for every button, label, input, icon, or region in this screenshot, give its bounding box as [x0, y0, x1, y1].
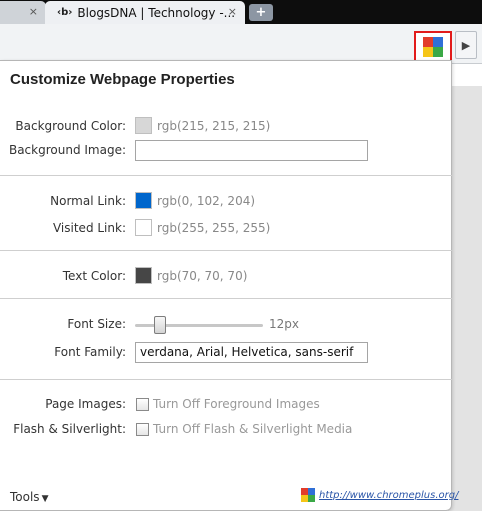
tab-blogsdna[interactable]: ‹b› BlogsDNA | Technology -... × — [45, 1, 245, 24]
chromeplus-logo-icon — [301, 488, 315, 502]
tab-strip: × ‹b› BlogsDNA | Technology -... × + — [0, 0, 482, 24]
chromeplus-link-group: http://www.chromeplus.org/ — [301, 488, 458, 502]
text-color-label: Text Color: — [62, 269, 126, 283]
font-family-label: Font Family: — [54, 345, 126, 359]
background-color-row: Background Color: rgb(215, 215, 215) — [0, 116, 452, 138]
divider — [0, 250, 452, 251]
background-color-value: rgb(215, 215, 215) — [157, 119, 271, 133]
font-size-value: 12px — [269, 317, 299, 331]
flash-option[interactable]: Turn Off Flash & Silverlight Media — [153, 422, 352, 436]
normal-link-value: rgb(0, 102, 204) — [157, 194, 256, 208]
page-images-checkbox[interactable] — [136, 398, 149, 411]
customize-popup: Customize Webpage Properties Background … — [0, 60, 458, 511]
normal-link-row: Normal Link: rgb(0, 102, 204) — [0, 191, 452, 213]
font-size-row: Font Size: 12px — [0, 314, 452, 336]
divider — [0, 379, 452, 380]
blogsdna-favicon-icon: ‹b› — [57, 7, 73, 18]
tab-title: BlogsDNA | Technology -... — [77, 5, 236, 20]
background-image-row: Background Image: — [0, 140, 452, 162]
colorful-puzzle-icon — [423, 36, 443, 57]
tab-previous[interactable]: × — [0, 1, 46, 24]
normal-link-label: Normal Link: — [50, 194, 126, 208]
divider — [0, 175, 452, 176]
background-color-swatch[interactable] — [135, 117, 152, 134]
visited-link-row: Visited Link: rgb(255, 255, 255) — [0, 218, 452, 240]
flash-checkbox[interactable] — [136, 423, 149, 436]
text-color-swatch[interactable] — [135, 267, 152, 284]
divider — [0, 298, 452, 299]
visited-link-swatch[interactable] — [135, 219, 152, 236]
font-size-label: Font Size: — [67, 317, 126, 331]
background-color-label: Background Color: — [15, 119, 126, 133]
page-background — [448, 86, 482, 511]
tools-menu[interactable]: Tools ▼ — [10, 490, 48, 504]
caret-down-icon: ▼ — [41, 494, 49, 504]
flash-label: Flash & Silverlight: — [13, 422, 126, 436]
page-images-option[interactable]: Turn Off Foreground Images — [153, 397, 320, 411]
new-tab-button[interactable]: + — [249, 4, 273, 21]
popup-title: Customize Webpage Properties — [10, 71, 235, 88]
visited-link-value: rgb(255, 255, 255) — [157, 221, 271, 235]
browser-toolbar — [0, 24, 482, 64]
normal-link-swatch[interactable] — [135, 192, 152, 209]
chevron-right-icon[interactable]: ▶ — [455, 31, 477, 59]
font-family-input[interactable]: verdana, Arial, Helvetica, sans-serif — [135, 342, 368, 363]
text-color-row: Text Color: rgb(70, 70, 70) — [0, 266, 452, 288]
background-image-label: Background Image: — [8, 143, 126, 157]
chromeplus-link[interactable]: http://www.chromeplus.org/ — [319, 490, 458, 501]
flash-row: Flash & Silverlight: Turn Off Flash & Si… — [0, 419, 452, 441]
font-family-row: Font Family: verdana, Arial, Helvetica, … — [0, 342, 452, 364]
tools-label: Tools — [10, 490, 40, 504]
page-images-row: Page Images: Turn Off Foreground Images — [0, 394, 452, 416]
font-size-slider-thumb[interactable] — [154, 316, 166, 334]
extension-button[interactable] — [414, 31, 452, 62]
background-image-input[interactable] — [135, 140, 368, 161]
text-color-value: rgb(70, 70, 70) — [157, 269, 248, 283]
tab-close-icon[interactable]: × — [228, 5, 237, 18]
visited-link-label: Visited Link: — [52, 221, 126, 235]
tab-close-icon[interactable]: × — [29, 5, 38, 18]
page-images-label: Page Images: — [45, 397, 126, 411]
